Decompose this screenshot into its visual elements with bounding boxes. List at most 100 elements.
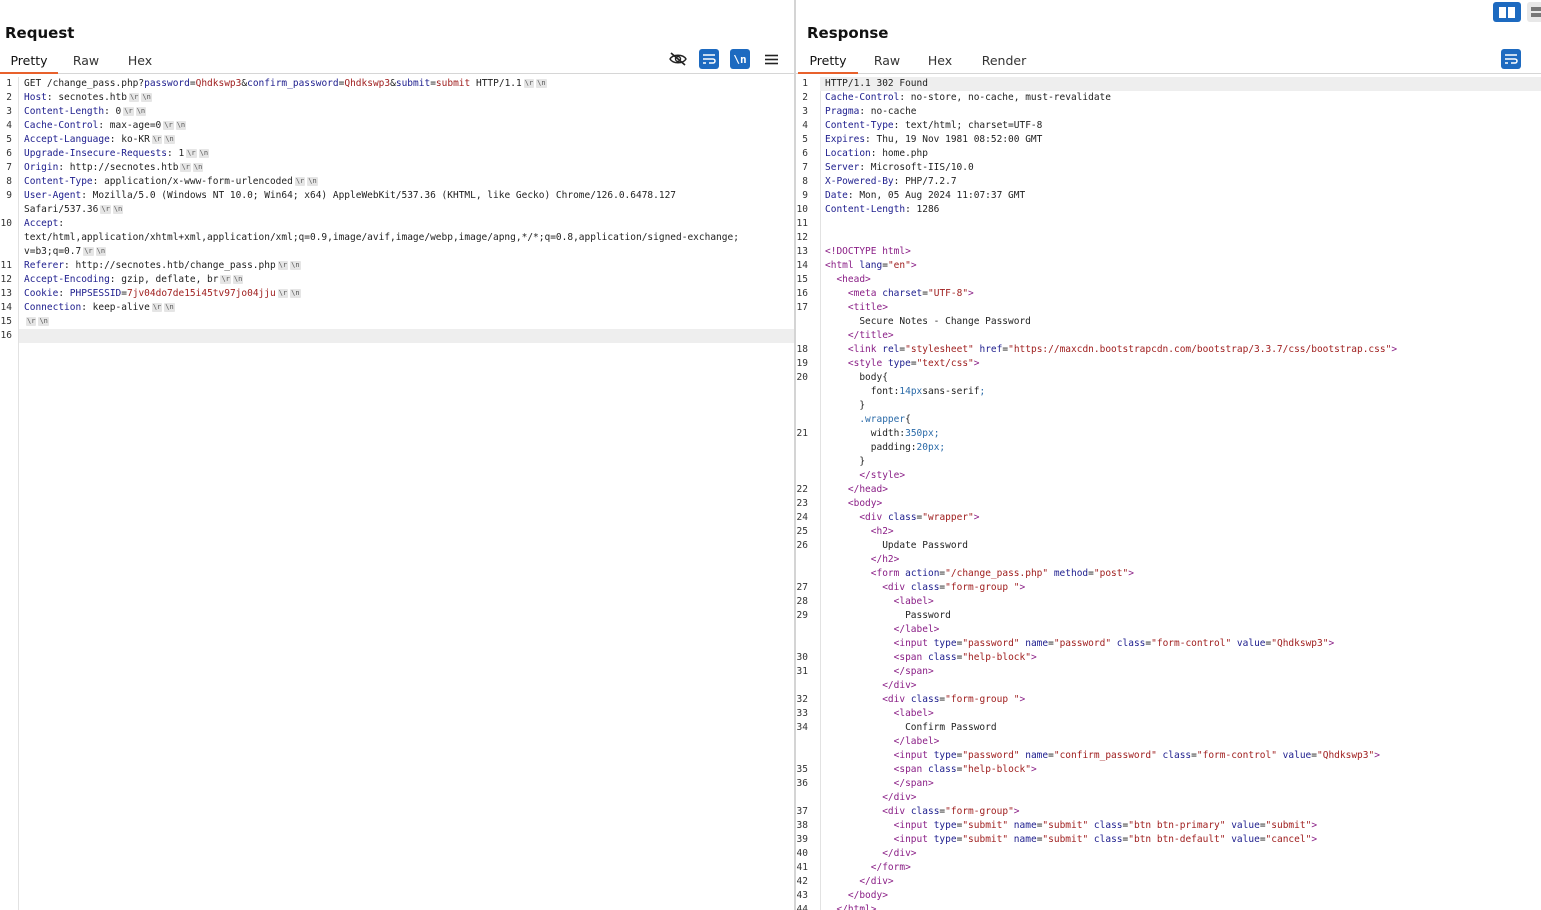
request-line-number: 14 <box>0 302 12 313</box>
response-token: </html> <box>836 904 877 910</box>
tab-request-hex[interactable]: Hex <box>120 50 160 72</box>
response-code-line: 15 <head> <box>796 273 1541 287</box>
response-token: </form> <box>870 862 911 873</box>
stacked-view-icon[interactable] <box>1527 2 1541 22</box>
tab-request-pretty[interactable]: Pretty <box>0 50 58 74</box>
response-line-text: <div class="form-group"> <box>825 805 1019 819</box>
line-ending-marker: \r <box>523 79 535 88</box>
response-token: "submit" <box>1042 820 1089 831</box>
request-line-text: Safari/537.36 \r \n <box>24 203 124 217</box>
request-token: Host <box>24 92 47 103</box>
response-line-number: 29 <box>796 610 808 621</box>
response-token: Confirm Password <box>825 722 997 733</box>
response-line-text: </style> <box>825 469 905 483</box>
tab-response-hex[interactable]: Hex <box>920 50 960 72</box>
response-token <box>825 792 882 803</box>
response-token <box>825 470 859 481</box>
response-wrap-lines-icon[interactable] <box>1501 49 1521 69</box>
response-token <box>825 750 894 761</box>
response-code-line: 32 <div class="form-group "> <box>796 693 1541 707</box>
response-line-number: 13 <box>796 246 808 257</box>
response-line-text: Server: Microsoft-IIS/10.0 <box>825 161 974 175</box>
request-code-line: 9 User-Agent: Mozilla/5.0 (Windows NT 10.… <box>0 189 794 203</box>
request-token: : Mozilla/5.0 (Windows NT 10.0; Win64; x… <box>81 190 677 201</box>
request-token: Qhdkswp3 <box>195 78 242 89</box>
response-token <box>825 778 894 789</box>
response-token: class <box>910 806 940 817</box>
response-token: > <box>1030 764 1037 775</box>
response-token: "post" <box>1093 568 1129 579</box>
wrap-lines-icon[interactable] <box>699 49 719 69</box>
tab-response-pretty[interactable]: Pretty <box>798 50 858 74</box>
response-token: : no-cache <box>859 106 917 117</box>
response-token: class <box>1088 820 1123 831</box>
menu-icon[interactable] <box>761 49 781 69</box>
response-line-number: 7 <box>802 162 808 173</box>
response-line-number: 27 <box>796 582 808 593</box>
response-line-number: 17 <box>796 302 808 313</box>
response-token: : PHP/7.2.7 <box>893 176 957 187</box>
newline-icon[interactable]: \n <box>730 49 750 69</box>
response-token <box>825 764 894 775</box>
response-code-line: font:14pxsans-serif; <box>796 385 1541 399</box>
response-token: <h2> <box>870 526 894 537</box>
response-line-text: width:350px; <box>825 427 940 441</box>
response-line-number: 25 <box>796 526 808 537</box>
response-editor[interactable]: 1 HTTP/1.1 302 Found 2 Cache-Control: no-st… <box>796 77 1541 910</box>
response-code-line: 7 Server: Microsoft-IIS/10.0 <box>796 161 1541 175</box>
request-line-number: 16 <box>0 330 12 341</box>
split-view-icon[interactable] <box>1493 2 1521 22</box>
request-line-number: 13 <box>0 288 12 299</box>
response-line-text: </label> <box>825 623 940 637</box>
response-token <box>825 666 894 677</box>
response-token: </head> <box>847 484 888 495</box>
response-token: "Qhdkswp3" <box>1317 750 1375 761</box>
response-line-number: 26 <box>796 540 808 551</box>
response-line-number: 40 <box>796 848 808 859</box>
response-token: "password" <box>962 638 1020 649</box>
line-ending-marker: \r <box>151 135 163 144</box>
response-token <box>825 820 894 831</box>
tab-response-raw[interactable]: Raw <box>867 50 907 72</box>
request-token: submit <box>395 78 431 89</box>
response-line-number: 44 <box>796 904 808 910</box>
request-line-text: \r \n <box>24 315 49 329</box>
response-pane: Response Pretty Raw Hex Render 1 HTTP/1.1… <box>796 0 1541 910</box>
response-code-line: 27 <div class="form-group "> <box>796 581 1541 595</box>
line-ending-marker: \n <box>536 79 547 88</box>
response-code-line: 38 <input type="submit" name="submit" cl… <box>796 819 1541 833</box>
request-line-number: 3 <box>6 106 12 117</box>
response-code-line: 19 <style type="text/css"> <box>796 357 1541 371</box>
request-line-text: Origin: http://secnotes.htb \r \n <box>24 161 204 175</box>
response-token: value <box>1225 834 1260 845</box>
line-ending-marker: \n <box>135 107 147 116</box>
response-token: action <box>905 568 940 579</box>
response-token: "password" <box>1053 638 1112 649</box>
response-token: <span <box>893 764 928 775</box>
response-token: Content-Length <box>825 204 906 215</box>
tab-response-render[interactable]: Render <box>976 50 1032 72</box>
response-line-text: <!DOCTYPE html> <box>825 245 911 259</box>
request-editor[interactable]: 1 GET /change_pass.php?password=Qhdkswp3&… <box>0 77 794 910</box>
response-code-line: 28 <label> <box>796 595 1541 609</box>
eye-slash-icon[interactable] <box>668 49 688 69</box>
response-token: : Microsoft-IIS/10.0 <box>859 162 974 173</box>
response-token: </h2> <box>870 554 900 565</box>
response-token: sans-serif <box>922 386 980 397</box>
response-line-number: 43 <box>796 890 808 901</box>
response-line-number: 31 <box>796 666 808 677</box>
response-token: </style> <box>859 470 906 481</box>
response-code-line: 36 </span> <box>796 777 1541 791</box>
response-line-text: Update Password <box>825 539 968 553</box>
response-token: body{ <box>825 372 888 383</box>
tab-request-raw[interactable]: Raw <box>66 50 106 72</box>
response-line-text: </html> <box>825 903 877 910</box>
response-line-text: <div class="wrapper"> <box>825 511 979 525</box>
response-line-text: body{ <box>825 371 888 385</box>
response-line-text: <html lang="en"> <box>825 259 917 273</box>
response-line-text: </body> <box>825 889 888 903</box>
request-code-line: 15 \r \n <box>0 315 794 329</box>
response-token: "text/css" <box>916 358 974 369</box>
response-code-line: 43 </body> <box>796 889 1541 903</box>
response-token: "form-control" <box>1196 750 1277 761</box>
